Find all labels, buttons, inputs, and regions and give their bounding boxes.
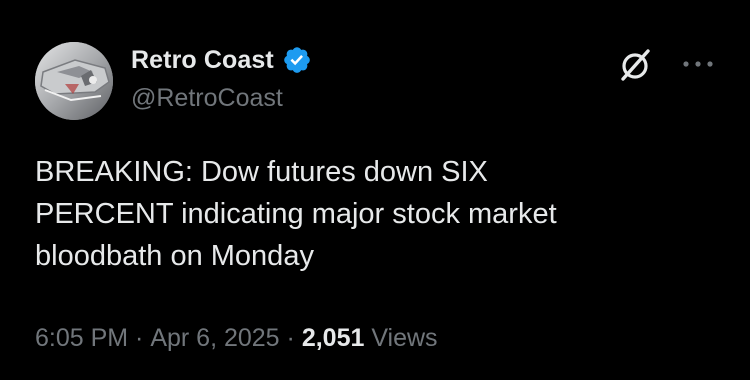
tweet-card: Retro Coast @RetroCoast BREAKING: Dow fu… (0, 0, 750, 380)
meta-separator: · (279, 324, 302, 352)
more-options-icon[interactable] (680, 58, 716, 70)
author-handle[interactable]: @RetroCoast (131, 84, 283, 113)
author-name-row: Retro Coast (131, 43, 312, 77)
grok-icon[interactable] (617, 46, 655, 84)
tweet-meta: 6:05 PM · Apr 6, 2025 · 2,051 Views (35, 324, 438, 353)
verified-badge-icon (283, 47, 310, 73)
author-avatar[interactable] (35, 42, 113, 120)
car-chrome-avatar-icon (35, 42, 113, 120)
tweet-text: BREAKING: Dow futures down SIX PERCENT i… (35, 156, 557, 272)
meta-separator: · (128, 324, 151, 352)
tweet-date[interactable]: Apr 6, 2025 (150, 324, 279, 353)
tweet-time[interactable]: 6:05 PM (35, 324, 128, 353)
views-count[interactable]: 2,051 (302, 324, 365, 353)
views-label: Views (364, 324, 438, 352)
author-display-name[interactable]: Retro Coast (131, 46, 274, 75)
